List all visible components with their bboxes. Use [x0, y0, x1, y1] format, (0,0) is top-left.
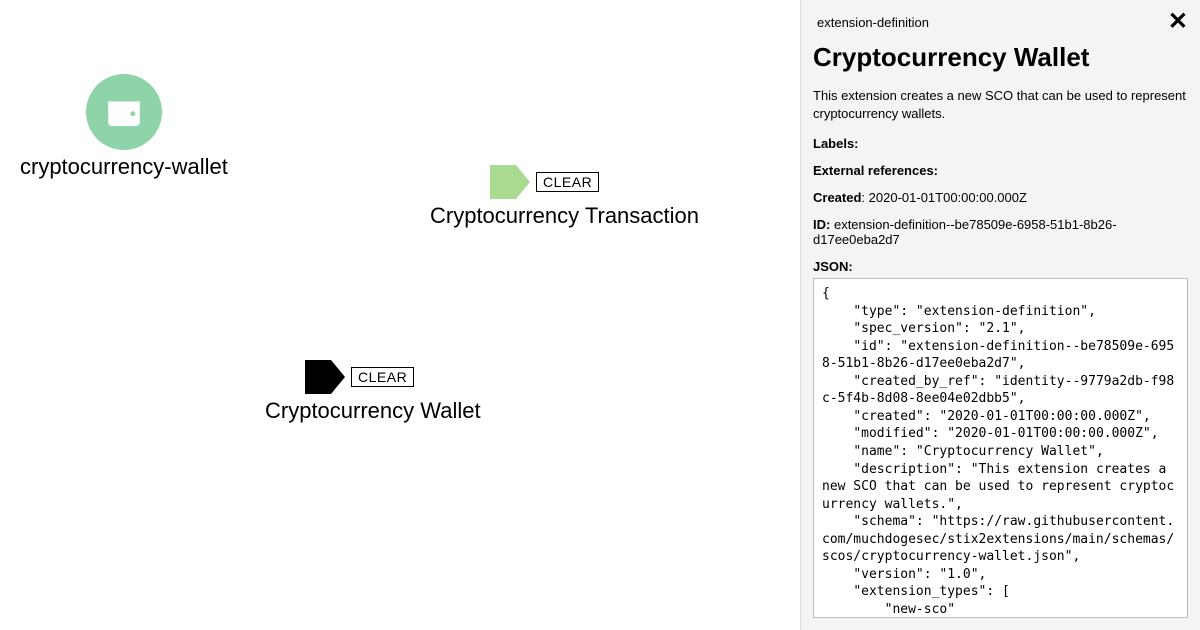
node-label: Cryptocurrency Wallet: [265, 398, 481, 424]
tag-icon: [305, 360, 345, 394]
field-created: Created: 2020-01-01T00:00:00.000Z: [813, 190, 1188, 205]
field-external-references: External references:: [813, 163, 1188, 178]
node-cryptocurrency-transaction[interactable]: CLEAR Cryptocurrency Transaction: [430, 165, 699, 229]
node-cryptocurrency-wallet-tag[interactable]: CLEAR Cryptocurrency Wallet: [265, 360, 481, 424]
wallet-icon: [86, 74, 162, 150]
node-label: Cryptocurrency Transaction: [430, 203, 699, 229]
object-type-label: extension-definition: [813, 15, 929, 30]
close-icon[interactable]: ✕: [1168, 10, 1188, 34]
field-labels: Labels:: [813, 136, 1188, 151]
node-cryptocurrency-wallet[interactable]: cryptocurrency-wallet: [20, 74, 228, 180]
sidebar-description: This extension creates a new SCO that ca…: [813, 87, 1188, 122]
graph-canvas[interactable]: cryptocurrency-wallet CLEAR Cryptocurren…: [0, 0, 800, 630]
details-sidebar: extension-definition ✕ Cryptocurrency Wa…: [800, 0, 1200, 630]
node-label: cryptocurrency-wallet: [20, 154, 228, 180]
field-id: ID: extension-definition--be78509e-6958-…: [813, 217, 1188, 247]
clear-button-transaction[interactable]: CLEAR: [536, 172, 599, 192]
field-json-label: JSON:: [813, 259, 1188, 274]
sidebar-title: Cryptocurrency Wallet: [813, 42, 1188, 73]
tag-icon: [490, 165, 530, 199]
json-content[interactable]: { "type": "extension-definition", "spec_…: [813, 278, 1188, 618]
clear-button-wallet[interactable]: CLEAR: [351, 367, 414, 387]
